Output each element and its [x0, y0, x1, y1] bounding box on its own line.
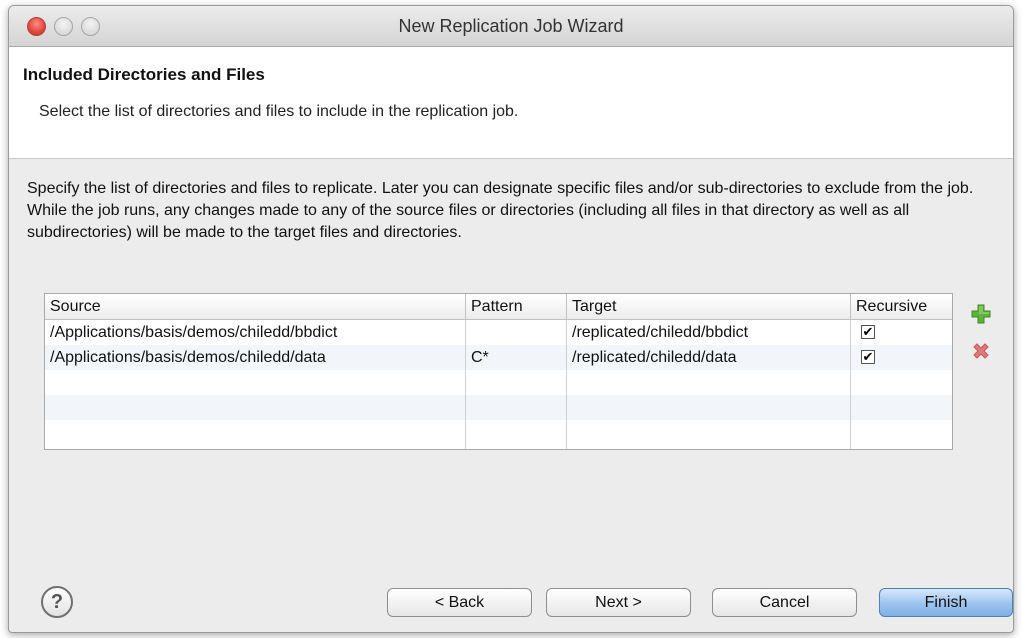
- column-header-pattern[interactable]: Pattern: [466, 294, 567, 320]
- table-row-empty: [45, 420, 952, 449]
- pattern-cell[interactable]: C*: [466, 345, 567, 370]
- source-cell[interactable]: /Applications/basis/demos/chiledd/data: [45, 345, 466, 370]
- wizard-window: New Replication Job Wizard Included Dire…: [8, 5, 1014, 633]
- table-row-empty: [45, 370, 952, 395]
- back-button[interactable]: < Back: [387, 588, 532, 617]
- source-cell[interactable]: /Applications/basis/demos/chiledd/bbdict: [45, 320, 466, 345]
- target-cell[interactable]: /replicated/chiledd/bbdict: [567, 320, 851, 345]
- x-icon: [973, 343, 989, 359]
- recursive-cell: ✔: [851, 320, 952, 345]
- finish-button[interactable]: Finish: [879, 588, 1013, 617]
- page-title: Included Directories and Files: [23, 65, 265, 84]
- pattern-cell[interactable]: [466, 320, 567, 345]
- remove-entry-button[interactable]: [969, 339, 993, 363]
- recursive-cell: ✔: [851, 345, 952, 370]
- recursive-checkbox[interactable]: ✔: [861, 325, 875, 339]
- question-icon: ?: [50, 591, 64, 613]
- column-header-source[interactable]: Source: [45, 294, 466, 320]
- target-cell[interactable]: /replicated/chiledd/data: [567, 345, 851, 370]
- wizard-header: Included Directories and Files Select th…: [9, 47, 1013, 159]
- column-header-recursive[interactable]: Recursive: [851, 294, 952, 320]
- plus-icon: [971, 304, 991, 324]
- table-row[interactable]: /Applications/basis/demos/chiledd/bbdict…: [45, 320, 952, 345]
- page-description: Select the list of directories and files…: [39, 103, 519, 120]
- instructions-text: Specify the list of directories and file…: [27, 180, 974, 241]
- recursive-checkbox[interactable]: ✔: [861, 350, 875, 364]
- next-button[interactable]: Next >: [546, 588, 691, 617]
- table-row[interactable]: /Applications/basis/demos/chiledd/data C…: [45, 345, 952, 370]
- table-row-empty: [45, 395, 952, 420]
- help-button[interactable]: ?: [41, 586, 73, 618]
- column-header-target[interactable]: Target: [567, 294, 851, 320]
- cancel-button[interactable]: Cancel: [712, 588, 857, 617]
- add-entry-button[interactable]: [969, 302, 993, 326]
- included-files-table[interactable]: Source Pattern Target Recursive /Applica…: [44, 293, 953, 450]
- window-title: New Replication Job Wizard: [398, 16, 624, 36]
- title-bar: New Replication Job Wizard: [9, 6, 1013, 47]
- table-header: Source Pattern Target Recursive: [45, 294, 952, 320]
